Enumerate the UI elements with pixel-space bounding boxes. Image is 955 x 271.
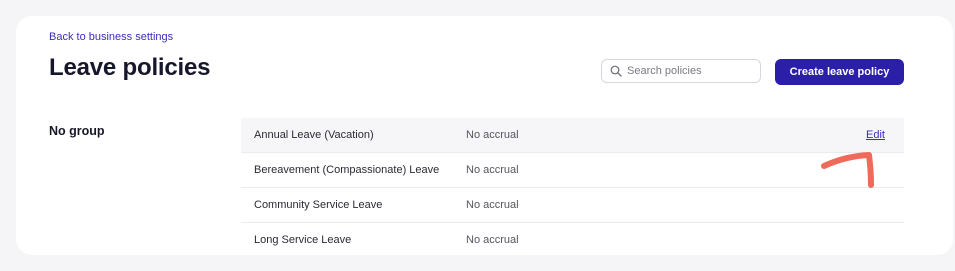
policy-accrual: No accrual <box>466 234 519 246</box>
policy-name: Bereavement (Compassionate) Leave <box>254 164 440 176</box>
policy-name: Annual Leave (Vacation) <box>254 129 374 141</box>
policy-row[interactable]: Annual Leave (Vacation) No accrual Edit <box>241 118 904 153</box>
page-title: Leave policies <box>49 54 211 81</box>
search-box[interactable] <box>601 59 761 83</box>
policy-accrual: No accrual <box>466 199 519 211</box>
policy-name: Community Service Leave <box>254 199 383 211</box>
search-input[interactable] <box>627 65 752 77</box>
create-leave-policy-button[interactable]: Create leave policy <box>775 59 904 85</box>
policy-row[interactable]: Long Service Leave No accrual <box>241 223 904 255</box>
edit-policy-link[interactable]: Edit <box>866 129 885 141</box>
policy-row[interactable]: Bereavement (Compassionate) Leave No acc… <box>241 153 904 188</box>
policy-list: Annual Leave (Vacation) No accrual Edit … <box>241 118 904 255</box>
policies-card: Back to business settings Leave policies… <box>16 16 953 255</box>
back-to-business-settings-link[interactable]: Back to business settings <box>49 31 173 43</box>
policy-name: Long Service Leave <box>254 234 352 246</box>
search-icon <box>610 65 622 77</box>
group-label: No group <box>49 124 105 138</box>
policy-accrual: No accrual <box>466 164 519 176</box>
policy-accrual: No accrual <box>466 129 519 141</box>
policy-row[interactable]: Community Service Leave No accrual <box>241 188 904 223</box>
